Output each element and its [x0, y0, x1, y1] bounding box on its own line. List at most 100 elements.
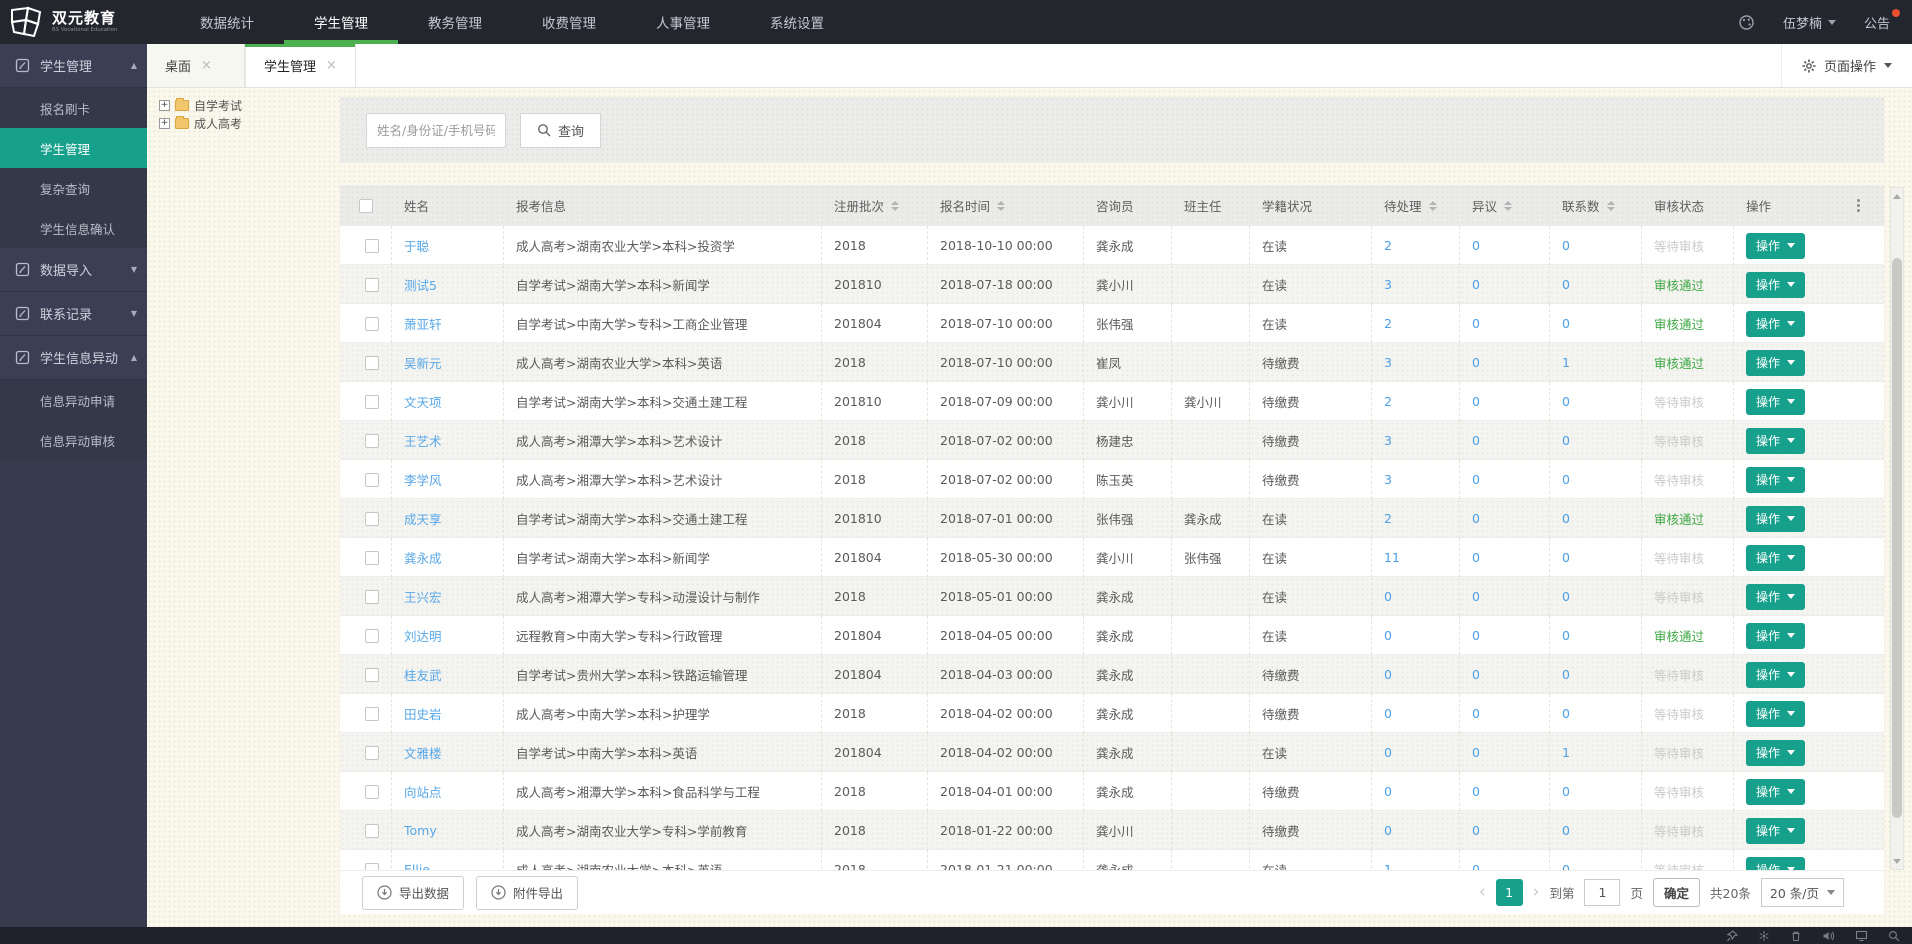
student-name-link[interactable]: 李学风	[404, 470, 442, 489]
sidebar-item[interactable]: 联系记录 ▼	[0, 292, 147, 336]
sidebar-item[interactable]: 信息异动审核	[0, 420, 147, 460]
contact-count-link[interactable]: 0	[1562, 277, 1570, 292]
scroll-up-icon[interactable]	[1891, 190, 1903, 202]
user-menu[interactable]: 伍梦楠	[1783, 13, 1836, 32]
sidebar-item[interactable]: 学生信息确认	[0, 208, 147, 248]
row-action-button[interactable]: 操作	[1746, 350, 1805, 376]
contact-count-link[interactable]: 1	[1562, 355, 1570, 370]
pending-count-link[interactable]: 0	[1384, 784, 1392, 799]
pending-count-link[interactable]: 1	[1384, 862, 1392, 870]
row-checkbox[interactable]	[365, 707, 379, 721]
search-input[interactable]	[366, 113, 506, 148]
contact-count-link[interactable]: 0	[1562, 316, 1570, 331]
pending-count-link[interactable]: 0	[1384, 667, 1392, 682]
fan-icon[interactable]	[1758, 930, 1770, 942]
objection-count-link[interactable]: 0	[1472, 472, 1480, 487]
column-header[interactable]: 注册批次	[822, 185, 928, 226]
row-checkbox[interactable]	[365, 512, 379, 526]
student-name-link[interactable]: 于聪	[404, 236, 429, 255]
column-header[interactable]: 姓名	[392, 185, 504, 226]
content-tab[interactable]: 学生管理 ×	[245, 44, 356, 87]
row-action-button[interactable]: 操作	[1746, 584, 1805, 610]
contact-count-link[interactable]: 0	[1562, 433, 1570, 448]
row-action-button[interactable]: 操作	[1746, 662, 1805, 688]
objection-count-link[interactable]: 0	[1472, 277, 1480, 292]
close-icon[interactable]: ×	[326, 58, 337, 73]
page-size-select[interactable]: 20 条/页	[1761, 878, 1844, 907]
objection-count-link[interactable]: 0	[1472, 511, 1480, 526]
pending-count-link[interactable]: 2	[1384, 511, 1392, 526]
column-header[interactable]: 操作	[1734, 185, 1838, 226]
contact-count-link[interactable]: 0	[1562, 784, 1570, 799]
row-action-button[interactable]: 操作	[1746, 311, 1805, 337]
row-checkbox[interactable]	[365, 863, 379, 871]
contact-count-link[interactable]: 0	[1562, 706, 1570, 721]
row-action-button[interactable]: 操作	[1746, 701, 1805, 727]
row-checkbox[interactable]	[365, 473, 379, 487]
student-name-link[interactable]: 向站点	[404, 782, 442, 801]
pending-count-link[interactable]: 2	[1384, 316, 1392, 331]
contact-count-link[interactable]: 0	[1562, 511, 1570, 526]
student-name-link[interactable]: Ellie	[404, 862, 430, 870]
objection-count-link[interactable]: 0	[1472, 316, 1480, 331]
column-header[interactable]: 咨询员	[1084, 185, 1172, 226]
sort-icon[interactable]	[1429, 201, 1437, 211]
column-header[interactable]: 班主任	[1172, 185, 1250, 226]
objection-count-link[interactable]: 0	[1472, 355, 1480, 370]
student-name-link[interactable]: 文雅楼	[404, 743, 442, 762]
pending-count-link[interactable]: 0	[1384, 628, 1392, 643]
tree-node[interactable]: + 自学考试	[159, 96, 339, 114]
row-checkbox[interactable]	[365, 629, 379, 643]
window-icon[interactable]	[1855, 930, 1868, 942]
student-name-link[interactable]: 桂友武	[404, 665, 442, 684]
page-actions-menu[interactable]: 页面操作	[1781, 44, 1912, 87]
contact-count-link[interactable]: 0	[1562, 394, 1570, 409]
next-page-button[interactable]: ›	[1533, 884, 1540, 901]
close-icon[interactable]: ×	[201, 58, 212, 73]
student-name-link[interactable]: 刘达明	[404, 626, 442, 645]
tree-node[interactable]: + 成人高考	[159, 114, 339, 132]
student-name-link[interactable]: 王兴宏	[404, 587, 442, 606]
student-name-link[interactable]: 测试5	[404, 275, 437, 294]
pending-count-link[interactable]: 3	[1384, 355, 1392, 370]
contact-count-link[interactable]: 0	[1562, 238, 1570, 253]
row-checkbox[interactable]	[365, 551, 379, 565]
column-header[interactable]: 报考信息	[504, 185, 822, 226]
row-checkbox[interactable]	[365, 239, 379, 253]
contact-count-link[interactable]: 0	[1562, 472, 1570, 487]
student-name-link[interactable]: 文天项	[404, 392, 442, 411]
row-action-button[interactable]: 操作	[1746, 857, 1805, 871]
sidebar-item[interactable]: 复杂查询	[0, 168, 147, 208]
pin-icon[interactable]	[1726, 930, 1738, 942]
confirm-page-button[interactable]: 确定	[1653, 878, 1700, 907]
sort-icon[interactable]	[1607, 201, 1615, 211]
row-checkbox[interactable]	[365, 434, 379, 448]
objection-count-link[interactable]: 0	[1472, 550, 1480, 565]
row-action-button[interactable]: 操作	[1746, 272, 1805, 298]
row-action-button[interactable]: 操作	[1746, 545, 1805, 571]
student-name-link[interactable]: 龚永成	[404, 548, 442, 567]
contact-count-link[interactable]: 1	[1562, 745, 1570, 760]
row-action-button[interactable]: 操作	[1746, 467, 1805, 493]
row-checkbox[interactable]	[365, 395, 379, 409]
row-checkbox[interactable]	[365, 668, 379, 682]
row-action-button[interactable]: 操作	[1746, 506, 1805, 532]
row-checkbox[interactable]	[365, 278, 379, 292]
contact-count-link[interactable]: 0	[1562, 862, 1570, 870]
query-button[interactable]: 查询	[520, 113, 601, 148]
pending-count-link[interactable]: 3	[1384, 472, 1392, 487]
row-action-button[interactable]: 操作	[1746, 818, 1805, 844]
row-action-button[interactable]: 操作	[1746, 389, 1805, 415]
export-attachments-button[interactable]: 附件导出	[476, 876, 578, 910]
pending-count-link[interactable]: 0	[1384, 745, 1392, 760]
row-action-button[interactable]: 操作	[1746, 740, 1805, 766]
objection-count-link[interactable]: 0	[1472, 589, 1480, 604]
column-header[interactable]: 学籍状况	[1250, 185, 1372, 226]
student-name-link[interactable]: 萧亚轩	[404, 314, 442, 333]
objection-count-link[interactable]: 0	[1472, 823, 1480, 838]
column-header[interactable]: 待处理	[1372, 185, 1460, 226]
objection-count-link[interactable]: 0	[1472, 433, 1480, 448]
scrollbar-thumb[interactable]	[1892, 258, 1902, 818]
sidebar-item[interactable]: 数据导入 ▼	[0, 248, 147, 292]
sort-icon[interactable]	[891, 201, 899, 211]
